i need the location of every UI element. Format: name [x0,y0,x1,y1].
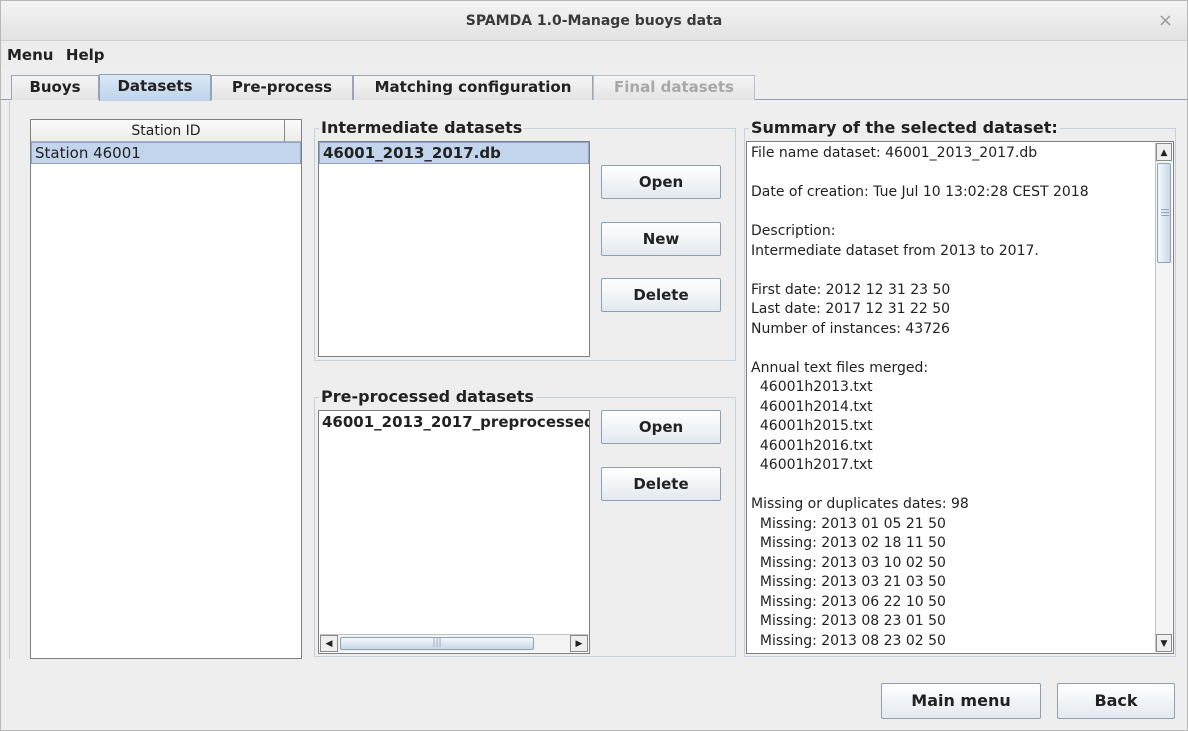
intermediate-datasets-group: Intermediate datasets 46001_2013_2017.db… [314,118,736,361]
summary-title: Summary of the selected dataset: [749,118,1060,138]
menu-bar: Menu Help [1,42,1187,68]
summary-line [751,476,1152,496]
summary-group: Summary of the selected dataset: File na… [744,118,1176,657]
station-id-column-header[interactable]: Station ID [31,120,301,142]
summary-line: 46001h2015.txt [751,418,873,434]
scroll-right-icon[interactable]: ▶ [570,635,588,652]
preprocessed-datasets-group: Pre-processed datasets 46001_2013_2017_p… [314,387,736,657]
open-intermediate-button[interactable]: Open [601,165,721,199]
app-window: SPAMDA 1.0-Manage buoys data × Menu Help… [0,0,1188,731]
summary-line: 46001h2014.txt [751,398,873,415]
open-preprocessed-button[interactable]: Open [601,410,721,444]
menu-item-help[interactable]: Help [62,42,109,68]
summary-line: Description: [751,223,836,239]
summary-line: Missing: 2013 08 23 01 50 [751,613,946,629]
summary-line [751,164,1152,184]
scrollbar-thumb[interactable] [1157,163,1171,263]
tab-strip: Buoys Datasets Pre-process Matching conf… [1,73,1187,101]
window-title: SPAMDA 1.0-Manage buoys data [465,13,723,29]
summary-line: Annual text files merged: [751,359,929,376]
intermediate-datasets-title: Intermediate datasets [319,118,525,138]
tab-final-datasets: Final datasets [593,75,755,100]
scrollbar-thumb[interactable]: ||| [340,637,534,650]
title-bar: SPAMDA 1.0-Manage buoys data × [1,1,1187,41]
scroll-left-icon[interactable]: ◀ [320,635,338,652]
summary-line: 46001h2013.txt [751,379,873,395]
scroll-up-icon[interactable]: ▲ [1156,143,1172,161]
station-list[interactable]: Station ID Station 46001 [30,119,302,659]
tab-matching-configuration[interactable]: Matching configuration [353,75,593,100]
new-intermediate-button[interactable]: New [601,222,721,256]
back-button[interactable]: Back [1057,683,1175,719]
summary-line: 46001h2017.txt [751,457,873,473]
summary-line: Number of instances: 43726 [751,320,950,337]
close-icon[interactable]: × [1158,1,1173,41]
delete-intermediate-button[interactable]: Delete [601,278,721,312]
preprocessed-datasets-title: Pre-processed datasets [319,387,536,407]
summary-line [751,261,1152,281]
summary-line: Missing: 2013 01 05 21 50 [751,515,946,532]
list-item-station-46001[interactable]: Station 46001 [31,142,301,164]
intermediate-datasets-list[interactable]: 46001_2013_2017.db [318,141,590,357]
summary-line: Intermediate dataset from 2013 to 2017. [751,242,1039,259]
scroll-down-icon[interactable]: ▼ [1156,634,1172,652]
summary-line [751,339,1152,359]
summary-line: Date of creation: Tue Jul 10 13:02:28 CE… [751,184,1089,200]
summary-line: Missing or duplicates dates: 98 [751,496,969,512]
tab-buoys[interactable]: Buoys [11,75,99,100]
main-menu-button[interactable]: Main menu [881,683,1041,719]
summary-line: Missing: 2013 02 18 11 50 [751,535,946,551]
summary-line: Missing: 2013 03 10 02 50 [751,554,946,571]
horizontal-scrollbar[interactable]: ◀ ||| ▶ [320,634,588,652]
summary-line: Last date: 2017 12 31 22 50 [751,301,951,317]
delete-preprocessed-button[interactable]: Delete [601,467,721,501]
list-item-preprocessed-dataset[interactable]: 46001_2013_2017_preprocessed [319,411,589,433]
column-divider [284,120,285,142]
summary-line: Missing: 2013 06 22 10 50 [751,593,946,610]
summary-line: 46001h2016.txt [751,437,873,454]
preprocessed-datasets-list[interactable]: 46001_2013_2017_preprocessed ◀ ||| ▶ [318,410,590,654]
summary-line [751,203,1152,223]
summary-text: File name dataset: 46001_2013_2017.db Da… [748,143,1155,652]
tab-datasets[interactable]: Datasets [99,74,211,101]
summary-line: File name dataset: 46001_2013_2017.db [751,145,1038,161]
summary-text-area[interactable]: File name dataset: 46001_2013_2017.db Da… [746,141,1174,654]
summary-line: First date: 2012 12 31 23 50 [751,281,951,298]
datasets-panel: Station ID Station 46001 Intermediate da… [9,101,1179,659]
menu-item-menu[interactable]: Menu [1,42,57,68]
tab-pre-process[interactable]: Pre-process [211,75,353,100]
summary-line: Missing: 2013 08 23 02 50 [751,632,946,649]
list-item-intermediate-dataset[interactable]: 46001_2013_2017.db [319,142,589,164]
vertical-scrollbar[interactable]: ▲ ▼ [1155,143,1172,652]
summary-line: Missing: 2013 03 21 03 50 [751,574,946,590]
